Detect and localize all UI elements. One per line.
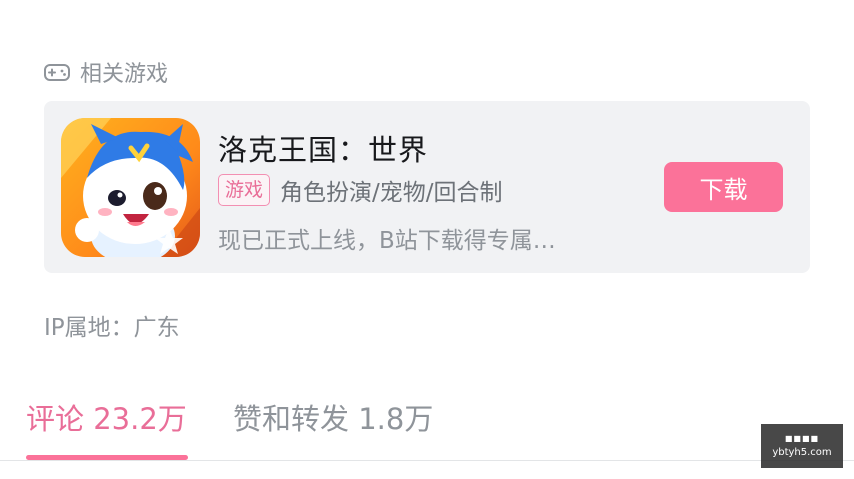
game-tag-badge: 游戏: [218, 174, 271, 206]
game-tags: 游戏 角色扮演/宠物/回合制: [218, 173, 503, 207]
roco-kingdom-app-icon[interactable]: [61, 118, 200, 257]
watermark-top: ■■■■: [784, 434, 820, 443]
game-genres: 角色扮演/宠物/回合制: [280, 180, 503, 206]
section-title: 相关游戏: [80, 62, 169, 87]
page: 相关游戏 洛克王国：世界 游戏 角色扮演/宠物/回合制 现已正式上线，B站下载得…: [0, 0, 854, 479]
watermark: ■■■■ ybtyh5.com: [761, 424, 843, 468]
comment-tabs: 评论 23.2万 赞和转发 1.8万: [0, 384, 854, 462]
game-title[interactable]: 洛克王国：世界: [218, 127, 428, 169]
ip-location: IP属地：广东: [44, 315, 180, 341]
download-button[interactable]: 下载: [664, 162, 783, 212]
game-card[interactable]: 洛克王国：世界 游戏 角色扮演/宠物/回合制 现已正式上线，B站下载得专属… 下…: [44, 101, 810, 273]
tabs-divider: [0, 460, 854, 461]
watermark-site: ybtyh5.com: [772, 447, 832, 458]
tab-likes-reposts[interactable]: 赞和转发 1.8万: [233, 396, 433, 438]
related-games-header: 相关游戏: [44, 56, 168, 88]
game-description: 现已正式上线，B站下载得专属…: [218, 228, 556, 254]
gamepad-icon: [44, 61, 70, 83]
tab-comments[interactable]: 评论 23.2万: [26, 396, 187, 438]
